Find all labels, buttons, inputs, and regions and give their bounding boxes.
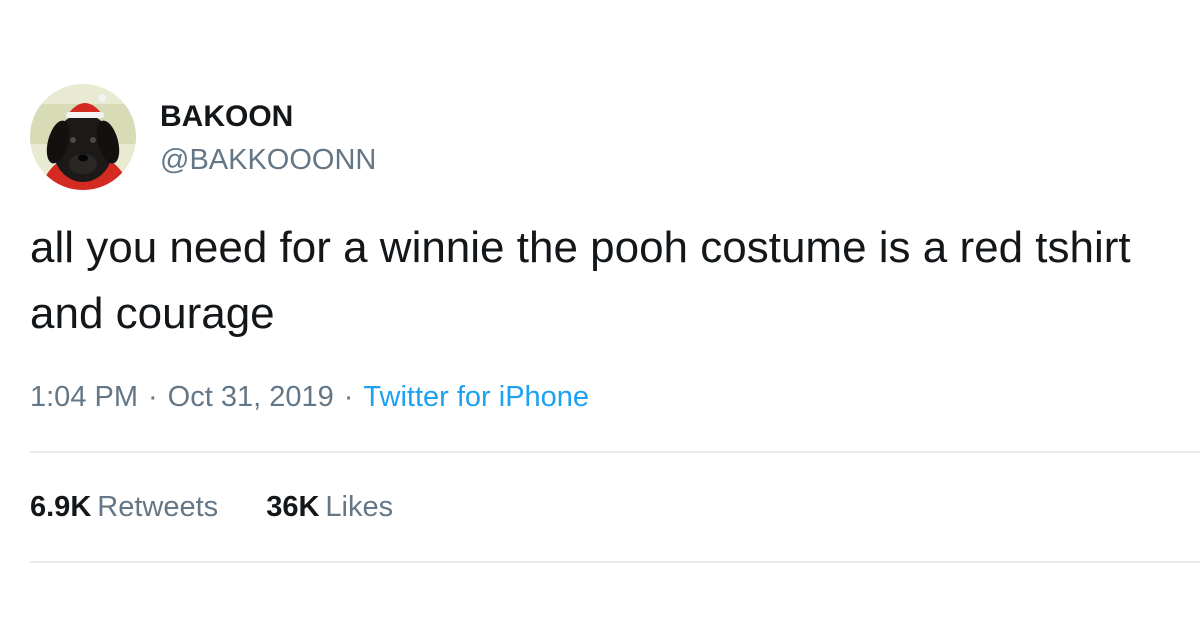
tweet-date[interactable]: Oct 31, 2019 bbox=[168, 381, 334, 413]
retweets-count: 6.9K bbox=[30, 491, 92, 523]
meta-separator: · bbox=[343, 381, 354, 413]
retweets-label: Retweets bbox=[97, 491, 219, 523]
likes-stat[interactable]: 36K Likes bbox=[266, 489, 393, 525]
meta-separator: · bbox=[148, 381, 158, 413]
tweet-source-link[interactable]: Twitter for iPhone bbox=[363, 381, 589, 413]
display-name[interactable]: BAKOON bbox=[160, 100, 293, 134]
tweet-stats: 6.9K Retweets 36K Likes bbox=[30, 489, 433, 525]
tweet-meta: 1:04 PM · Oct 31, 2019 · Twitter for iPhone bbox=[30, 379, 589, 415]
dog-avatar-icon bbox=[30, 84, 136, 190]
user-handle[interactable]: @BAKKOOONN bbox=[160, 143, 376, 177]
tweet-card: BAKOON @BAKKOOONN all you need for a win… bbox=[0, 0, 1200, 628]
likes-label: Likes bbox=[325, 491, 394, 523]
tweet-time[interactable]: 1:04 PM bbox=[30, 381, 138, 413]
retweets-stat[interactable]: 6.9K Retweets bbox=[30, 489, 218, 525]
tweet-text: all you need for a winnie the pooh costu… bbox=[30, 223, 1131, 338]
divider bbox=[30, 561, 1200, 563]
avatar[interactable] bbox=[30, 84, 136, 190]
likes-count: 36K bbox=[266, 491, 320, 523]
divider bbox=[30, 451, 1200, 453]
